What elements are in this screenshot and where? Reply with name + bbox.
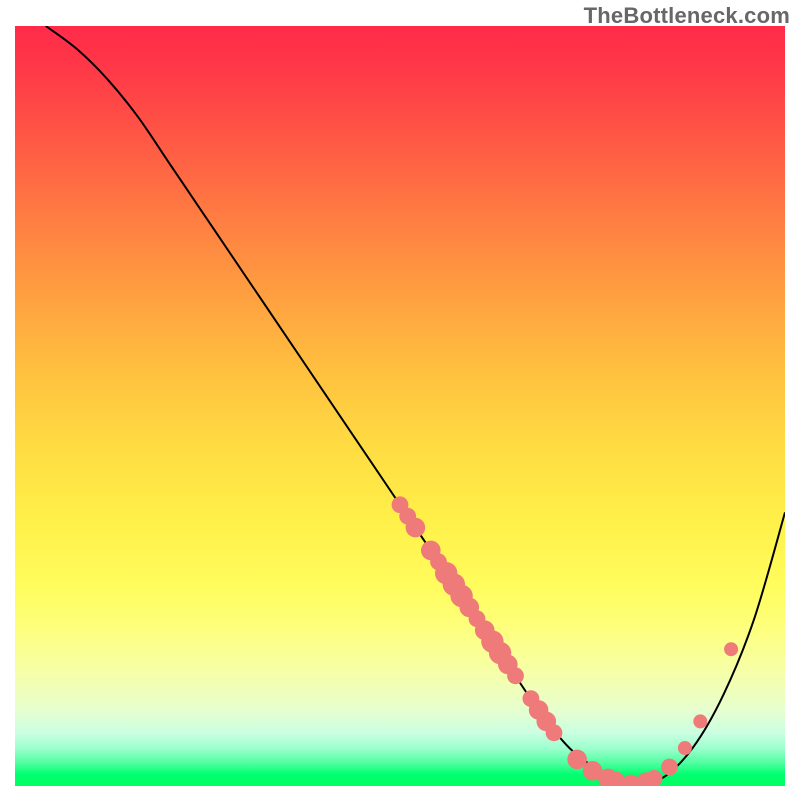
data-marker xyxy=(406,518,426,538)
chart-svg xyxy=(15,26,785,786)
chart-container: TheBottleneck.com xyxy=(0,0,800,800)
curve-group xyxy=(46,26,785,786)
data-marker xyxy=(724,642,738,656)
data-marker xyxy=(693,714,707,728)
main-curve xyxy=(46,26,785,786)
data-marker xyxy=(678,741,692,755)
data-marker xyxy=(661,759,678,776)
data-marker xyxy=(646,770,663,786)
watermark-text: TheBottleneck.com xyxy=(584,3,790,29)
data-marker xyxy=(546,724,563,741)
data-marker xyxy=(507,667,524,684)
